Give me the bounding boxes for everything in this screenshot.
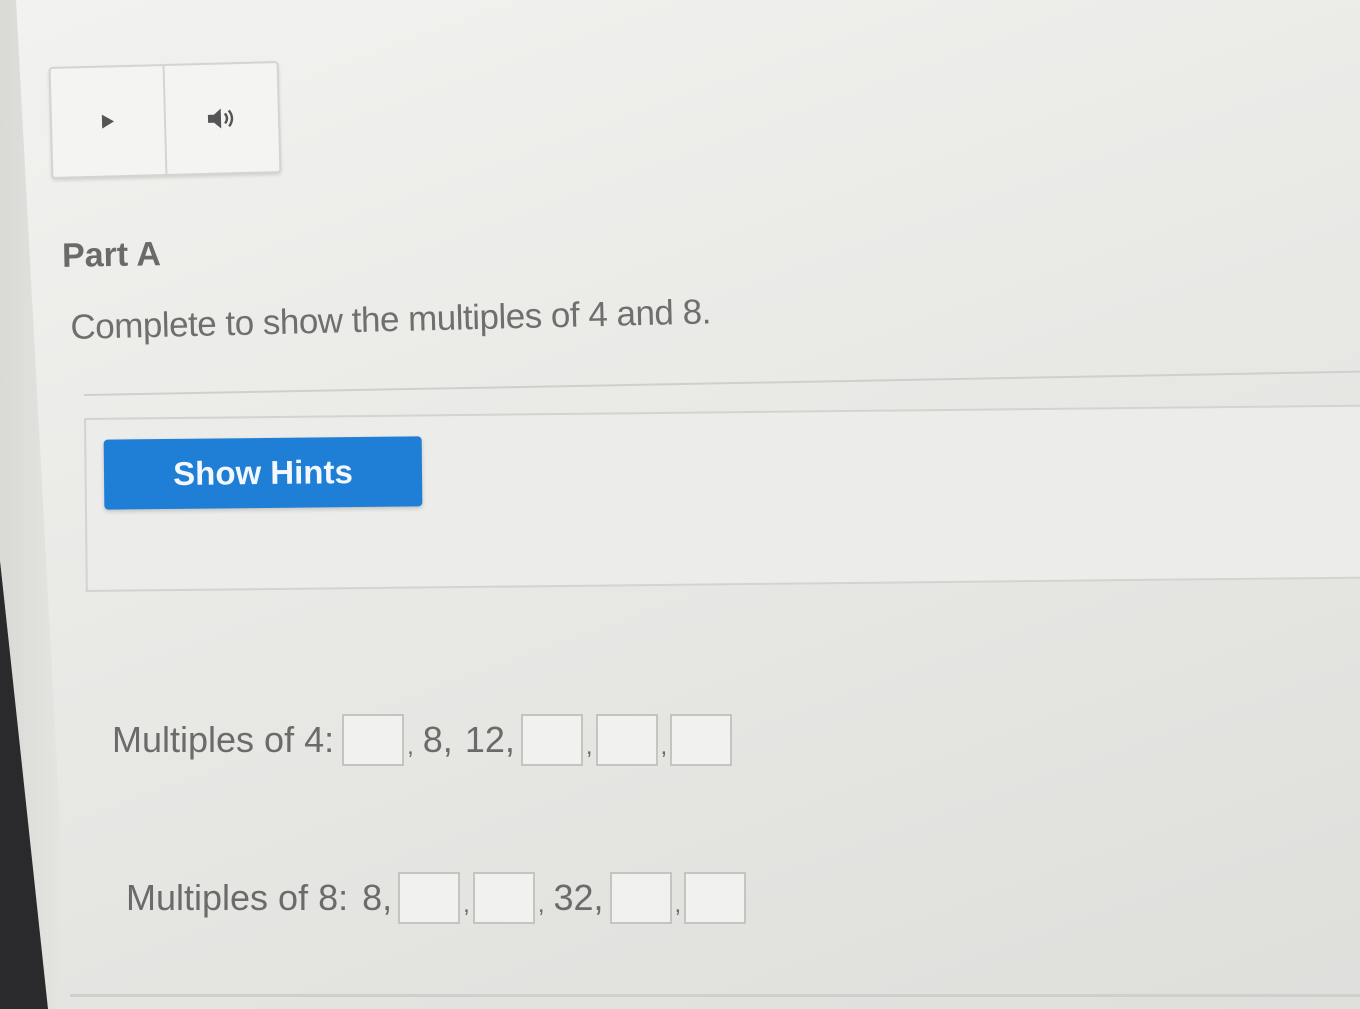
multiples-of-8-row: Multiples of 8: 8, , , 32, , xyxy=(126,872,747,924)
multiples-4-answer-2[interactable] xyxy=(520,714,583,766)
multiples-of-8-label: Multiples of 8: xyxy=(126,877,349,918)
speaker-icon xyxy=(207,108,234,129)
speaker-button[interactable] xyxy=(165,63,280,174)
given-value: 8, xyxy=(362,877,393,918)
multiples-8-answer-3[interactable] xyxy=(609,872,672,924)
play-button[interactable] xyxy=(51,66,166,177)
multiples-4-answer-3[interactable] xyxy=(595,714,658,766)
bottom-divider xyxy=(70,994,1360,997)
multiples-8-answer-1[interactable] xyxy=(398,872,461,924)
play-icon xyxy=(101,114,115,129)
part-label: Part A xyxy=(61,235,162,275)
show-hints-button[interactable]: Show Hints xyxy=(103,436,423,510)
multiples-4-answer-1[interactable] xyxy=(342,714,405,766)
given-value: 32, xyxy=(553,877,604,918)
multiples-of-4-row: Multiples of 4: , 8, 12, , , xyxy=(112,714,733,766)
given-value: 12, xyxy=(464,719,515,760)
separator: , xyxy=(585,733,593,760)
multiples-4-answer-4[interactable] xyxy=(670,714,733,766)
separator: , xyxy=(463,891,470,918)
given-value: 8, xyxy=(422,719,453,760)
multiples-8-answer-4[interactable] xyxy=(684,872,747,924)
separator: , xyxy=(660,733,668,760)
separator: , xyxy=(674,891,682,918)
multiples-8-answer-2[interactable] xyxy=(472,872,535,924)
separator: , xyxy=(407,733,414,760)
audio-player xyxy=(48,61,282,179)
multiples-of-4-label: Multiples of 4: xyxy=(112,719,335,760)
separator: , xyxy=(537,891,545,918)
